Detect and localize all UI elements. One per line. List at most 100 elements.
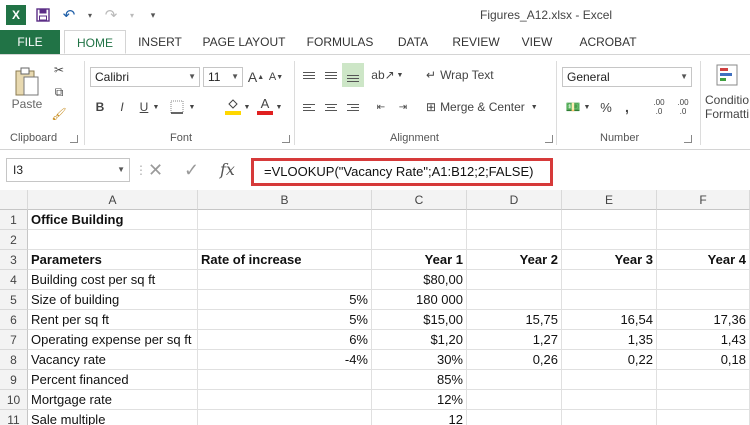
alignment-launcher-icon[interactable]: [545, 135, 553, 143]
tab-insert[interactable]: INSERT: [132, 30, 188, 54]
cell-e7[interactable]: 1,35: [562, 330, 657, 350]
cell-f6[interactable]: 17,36: [657, 310, 750, 330]
align-left-icon[interactable]: [300, 97, 318, 117]
tab-formulas[interactable]: FORMULAS: [300, 30, 380, 54]
wrap-text-button[interactable]: ↵ Wrap Text: [426, 65, 506, 85]
cell-f9[interactable]: [657, 370, 750, 390]
row-header[interactable]: 4: [0, 270, 28, 290]
cell-d9[interactable]: [467, 370, 562, 390]
tab-file[interactable]: FILE: [0, 30, 60, 54]
cell-e9[interactable]: [562, 370, 657, 390]
align-right-icon[interactable]: [344, 97, 362, 117]
column-header-d[interactable]: D: [467, 190, 562, 210]
increase-decimal-button[interactable]: .00.0: [648, 95, 670, 119]
font-color-button[interactable]: A: [256, 95, 274, 117]
insert-function-button[interactable]: fx: [220, 158, 235, 182]
name-box[interactable]: I3 ▼: [6, 158, 130, 182]
cell-b3[interactable]: Rate of increase: [198, 250, 372, 270]
column-header-f[interactable]: F: [657, 190, 750, 210]
row-header[interactable]: 8: [0, 350, 28, 370]
cell-d3[interactable]: Year 2: [467, 250, 562, 270]
italic-button[interactable]: I: [114, 97, 130, 117]
cell-e3[interactable]: Year 3: [562, 250, 657, 270]
cell-a7[interactable]: Operating expense per sq ft: [28, 330, 198, 350]
cell-a9[interactable]: Percent financed: [28, 370, 198, 390]
align-bottom-icon[interactable]: [342, 63, 364, 87]
cell-c4[interactable]: $80,00: [372, 270, 467, 290]
cell-e1[interactable]: [562, 210, 657, 230]
orientation-dropdown-icon[interactable]: ▼: [396, 65, 404, 85]
font-size-select[interactable]: 11 ▼: [203, 67, 243, 87]
save-icon[interactable]: [34, 6, 52, 24]
cell-a8[interactable]: Vacancy rate: [28, 350, 198, 370]
shrink-font-button[interactable]: A ▼: [268, 67, 284, 87]
cell-b7[interactable]: 6%: [198, 330, 372, 350]
cell-c9[interactable]: 85%: [372, 370, 467, 390]
clipboard-launcher-icon[interactable]: [70, 135, 78, 143]
cell-d1[interactable]: [467, 210, 562, 230]
bold-button[interactable]: B: [92, 97, 108, 117]
underline-dropdown-icon[interactable]: ▼: [152, 97, 160, 117]
resize-handle-icon[interactable]: ⋮: [135, 158, 147, 182]
redo-icon[interactable]: ↷: [102, 6, 120, 24]
underline-button[interactable]: U: [136, 97, 152, 117]
number-launcher-icon[interactable]: [684, 135, 692, 143]
undo-dropdown-icon[interactable]: ▾: [86, 6, 94, 24]
row-header[interactable]: 9: [0, 370, 28, 390]
cut-icon[interactable]: ✂: [50, 61, 68, 79]
enter-button[interactable]: ✓: [184, 158, 199, 182]
cell-f5[interactable]: [657, 290, 750, 310]
customize-toolbar-icon[interactable]: ▾: [144, 6, 162, 24]
accounting-dropdown-icon[interactable]: ▼: [583, 97, 591, 117]
row-header[interactable]: 7: [0, 330, 28, 350]
cell-f8[interactable]: 0,18: [657, 350, 750, 370]
cell-b11[interactable]: [198, 410, 372, 425]
align-middle-icon[interactable]: [322, 65, 340, 85]
cell-c5[interactable]: 180 000: [372, 290, 467, 310]
cell-c1[interactable]: [372, 210, 467, 230]
row-header[interactable]: 6: [0, 310, 28, 330]
borders-dropdown-icon[interactable]: ▼: [188, 97, 196, 117]
cell-e5[interactable]: [562, 290, 657, 310]
cell-c11[interactable]: 12: [372, 410, 467, 425]
cell-c8[interactable]: 30%: [372, 350, 467, 370]
column-header-c[interactable]: C: [372, 190, 467, 210]
increase-indent-icon[interactable]: ⇥: [394, 97, 412, 117]
cell-c2[interactable]: [372, 230, 467, 250]
tab-view[interactable]: VIEW: [514, 30, 560, 54]
comma-style-button[interactable]: ,: [620, 97, 634, 117]
cell-e6[interactable]: 16,54: [562, 310, 657, 330]
cell-d7[interactable]: 1,27: [467, 330, 562, 350]
cell-a4[interactable]: Building cost per sq ft: [28, 270, 198, 290]
cell-e8[interactable]: 0,22: [562, 350, 657, 370]
cell-b2[interactable]: [198, 230, 372, 250]
cell-b8[interactable]: -4%: [198, 350, 372, 370]
cell-f10[interactable]: [657, 390, 750, 410]
undo-icon[interactable]: ↶: [60, 6, 78, 24]
tab-review[interactable]: REVIEW: [446, 30, 506, 54]
fill-color-dropdown-icon[interactable]: ▼: [243, 97, 251, 117]
copy-icon[interactable]: ⧉: [50, 83, 68, 101]
font-launcher-icon[interactable]: [282, 135, 290, 143]
cell-a2[interactable]: [28, 230, 198, 250]
cell-d10[interactable]: [467, 390, 562, 410]
cell-b6[interactable]: 5%: [198, 310, 372, 330]
cell-d6[interactable]: 15,75: [467, 310, 562, 330]
tab-acrobat[interactable]: ACROBAT: [570, 30, 646, 54]
cancel-button[interactable]: ✕: [148, 158, 163, 182]
font-color-dropdown-icon[interactable]: ▼: [275, 97, 283, 117]
cell-f3[interactable]: Year 4: [657, 250, 750, 270]
cell-a1[interactable]: Office Building: [28, 210, 198, 230]
borders-icon[interactable]: [168, 97, 186, 117]
redo-dropdown-icon[interactable]: ▾: [128, 6, 136, 24]
row-header[interactable]: 11: [0, 410, 28, 425]
cell-a5[interactable]: Size of building: [28, 290, 198, 310]
select-all-corner[interactable]: [0, 190, 28, 210]
column-header-b[interactable]: B: [198, 190, 372, 210]
cell-d5[interactable]: [467, 290, 562, 310]
column-header-a[interactable]: A: [28, 190, 198, 210]
cell-c3[interactable]: Year 1: [372, 250, 467, 270]
column-header-e[interactable]: E: [562, 190, 657, 210]
cell-f1[interactable]: [657, 210, 750, 230]
percent-style-button[interactable]: %: [598, 97, 614, 117]
